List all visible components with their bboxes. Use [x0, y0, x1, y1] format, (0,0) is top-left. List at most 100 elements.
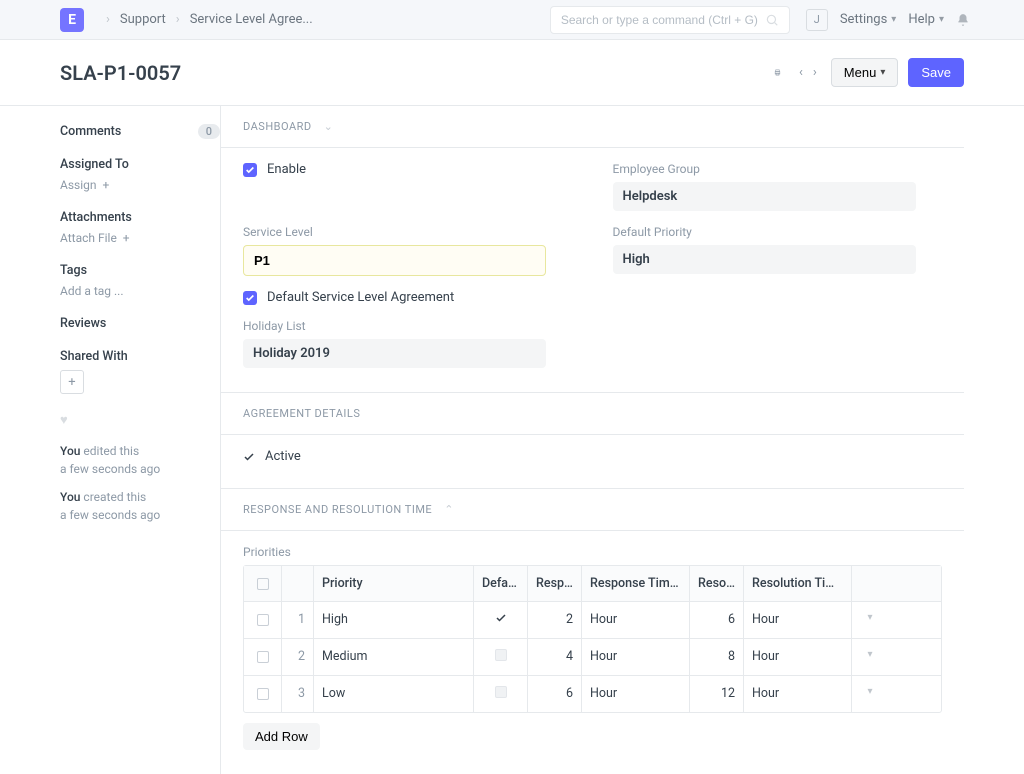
active-checkbox-row[interactable]: Active — [243, 449, 942, 464]
th-default[interactable]: Defaul... — [474, 566, 528, 601]
settings-label: Settings — [840, 12, 887, 27]
enable-label: Enable — [267, 162, 306, 177]
check-icon — [243, 451, 255, 463]
check-icon — [495, 612, 507, 624]
heart-icon[interactable]: ♥ — [60, 412, 220, 428]
header-actions: ‹ › Menu▾ Save — [770, 58, 964, 87]
cell-response[interactable]: 6 — [528, 676, 582, 712]
cell-response[interactable]: 2 — [528, 602, 582, 638]
employee-group-label: Employee Group — [613, 162, 943, 176]
table-row[interactable]: 2 Medium 4 Hour 8 Hour ▾ — [244, 639, 941, 676]
section-agreement-header[interactable]: AGREEMENT DETAILS — [221, 393, 964, 435]
help-menu[interactable]: Help▾ — [908, 12, 944, 27]
chevron-up-icon: ⌃ — [444, 503, 454, 516]
next-doc-icon[interactable]: › — [809, 61, 821, 84]
service-level-label: Service Level — [243, 225, 573, 239]
holiday-list-label: Holiday List — [243, 319, 573, 333]
cell-response-period[interactable]: Hour — [582, 602, 690, 638]
chevron-right-icon: › — [176, 12, 180, 27]
add-tag-action[interactable]: Add a tag ... — [60, 284, 220, 298]
attach-action[interactable]: Attach File + — [60, 231, 220, 245]
comments-heading[interactable]: Comments 0 — [60, 124, 220, 139]
assign-action[interactable]: Assign + — [60, 178, 220, 192]
row-index: 2 — [282, 639, 314, 675]
prev-doc-icon[interactable]: ‹ — [795, 61, 807, 84]
th-priority[interactable]: Priority — [314, 566, 474, 601]
chevron-down-icon: ⌄ — [324, 120, 334, 133]
search-icon — [765, 13, 779, 27]
row-index: 1 — [282, 602, 314, 638]
cell-priority[interactable]: High — [314, 602, 474, 638]
add-row-button[interactable]: Add Row — [243, 723, 320, 750]
topbar-actions: J Settings▾ Help▾ — [806, 9, 970, 31]
th-response[interactable]: Respo... — [528, 566, 582, 601]
cell-resolution-period[interactable]: Hour — [744, 602, 852, 638]
th-resolution-period[interactable]: Resolution Time P... — [744, 566, 852, 601]
table-header-row: Priority Defaul... Respo... Response Tim… — [244, 566, 941, 602]
cell-resolution[interactable]: 12 — [690, 676, 744, 712]
nav-arrows: ‹ › — [795, 61, 821, 84]
row-checkbox[interactable] — [257, 651, 269, 663]
holiday-list-field[interactable]: Holiday 2019 — [243, 339, 546, 368]
cell-priority[interactable]: Medium — [314, 639, 474, 675]
reviews-heading: Reviews — [60, 316, 220, 331]
comments-count: 0 — [198, 124, 220, 139]
th-resolution[interactable]: Resolu... — [690, 566, 744, 601]
row-menu-icon[interactable]: ▾ — [852, 676, 888, 712]
enable-checkbox-row[interactable]: Enable — [243, 162, 573, 177]
th-response-period[interactable]: Response Time Pe... — [582, 566, 690, 601]
select-all-checkbox[interactable] — [257, 578, 269, 590]
checkbox-checked-icon — [243, 291, 257, 305]
search-input[interactable] — [561, 13, 765, 27]
row-checkbox[interactable] — [257, 614, 269, 626]
activity-when: a few seconds ago — [60, 462, 160, 476]
activity-item: You edited this a few seconds ago — [60, 442, 220, 478]
row-menu-icon[interactable]: ▾ — [852, 602, 888, 638]
activity-who: You — [60, 444, 80, 458]
save-button[interactable]: Save — [908, 58, 964, 87]
row-menu-icon[interactable]: ▾ — [852, 639, 888, 675]
add-share-button[interactable]: + — [60, 370, 84, 394]
app-logo[interactable]: E — [60, 8, 84, 32]
cell-resolution[interactable]: 6 — [690, 602, 744, 638]
cell-default[interactable] — [474, 602, 528, 638]
activity-when: a few seconds ago — [60, 508, 160, 522]
activity-what: edited this — [83, 444, 139, 458]
breadcrumb: › Support › Service Level Agree... — [96, 12, 313, 27]
service-level-input[interactable] — [243, 245, 546, 276]
employee-group-field[interactable]: Helpdesk — [613, 182, 916, 211]
bell-icon[interactable] — [956, 13, 970, 27]
cell-resolution-period[interactable]: Hour — [744, 639, 852, 675]
settings-menu[interactable]: Settings▾ — [840, 12, 897, 27]
activity-who: You — [60, 490, 80, 504]
breadcrumb-sla[interactable]: Service Level Agree... — [190, 12, 313, 27]
assigned-to-heading: Assigned To — [60, 157, 220, 172]
cell-priority[interactable]: Low — [314, 676, 474, 712]
cell-response-period[interactable]: Hour — [582, 676, 690, 712]
default-sla-checkbox-row[interactable]: Default Service Level Agreement — [243, 290, 573, 305]
cell-resolution[interactable]: 8 — [690, 639, 744, 675]
table-row[interactable]: 3 Low 6 Hour 12 Hour ▾ — [244, 676, 941, 712]
default-priority-field[interactable]: High — [613, 245, 916, 274]
section-rrt-header[interactable]: RESPONSE AND RESOLUTION TIME ⌃ — [221, 489, 964, 531]
breadcrumb-support[interactable]: Support — [120, 12, 166, 27]
table-row[interactable]: 1 High 2 Hour 6 Hour ▾ — [244, 602, 941, 639]
cell-response-period[interactable]: Hour — [582, 639, 690, 675]
print-icon[interactable] — [770, 65, 785, 80]
checkbox-checked-icon — [243, 163, 257, 177]
section-dashboard-header[interactable]: DASHBOARD ⌄ — [221, 106, 964, 148]
cell-response[interactable]: 4 — [528, 639, 582, 675]
checkbox-unchecked-icon — [495, 649, 507, 661]
comments-label: Comments — [60, 124, 121, 139]
cell-resolution-period[interactable]: Hour — [744, 676, 852, 712]
cell-default[interactable] — [474, 639, 528, 675]
main-content: DASHBOARD ⌄ Enable Employee Group Helpde… — [220, 106, 964, 774]
avatar[interactable]: J — [806, 9, 828, 31]
cell-default[interactable] — [474, 676, 528, 712]
menu-button[interactable]: Menu▾ — [831, 58, 899, 87]
row-checkbox[interactable] — [257, 688, 269, 700]
priorities-table: Priority Defaul... Respo... Response Tim… — [243, 565, 942, 713]
active-label: Active — [265, 449, 301, 464]
global-search[interactable] — [550, 6, 790, 34]
tags-heading: Tags — [60, 263, 220, 278]
